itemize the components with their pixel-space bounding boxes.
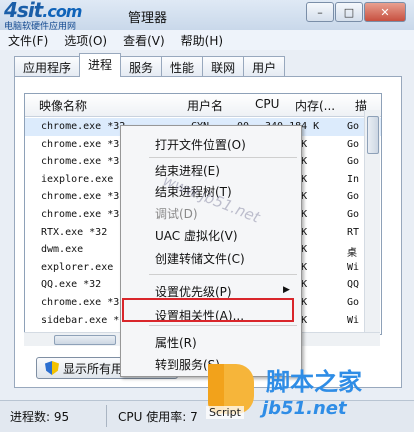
- minimize-button[interactable]: –: [306, 2, 334, 22]
- tab-users[interactable]: 用户: [243, 56, 286, 77]
- tab-processes[interactable]: 进程: [79, 53, 122, 77]
- context-menu-item[interactable]: 属性(R): [155, 334, 197, 351]
- column-user-name[interactable]: 用户名: [187, 97, 223, 114]
- table-cell: Go: [347, 121, 360, 132]
- menu-separator: [149, 274, 297, 275]
- table-cell: Go: [347, 138, 360, 150]
- table-cell: Go: [347, 191, 360, 203]
- vertical-scroll-thumb[interactable]: [367, 116, 379, 154]
- context-menu-item[interactable]: 打开文件位置(O): [155, 136, 246, 153]
- table-cell: sidebar.exe *: [41, 314, 120, 326]
- cpu-usage: CPU 使用率: 7: [118, 410, 198, 424]
- highlight-box: [122, 298, 294, 322]
- horizontal-scroll-thumb[interactable]: [54, 335, 116, 345]
- column-cpu[interactable]: CPU: [255, 97, 279, 111]
- show-all-label: 显示所有用: [63, 361, 124, 376]
- table-cell: chrome.exe *32: [41, 138, 126, 150]
- table-cell: In: [347, 173, 360, 185]
- table-cell: chrome.exe *32: [41, 191, 126, 203]
- table-cell: chrome.exe *32: [41, 156, 126, 168]
- tab-applications[interactable]: 应用程序: [14, 56, 81, 77]
- context-menu: 打开文件位置(O) 结束进程(E) 结束进程树(T) 调试(D) UAC 虚拟化(V) 创…: [120, 125, 302, 377]
- tab-networking[interactable]: 联网: [202, 56, 245, 77]
- table-cell: RTX.exe *32: [41, 226, 108, 238]
- table-cell: Go: [347, 208, 360, 220]
- menu-help[interactable]: 帮助(H): [173, 30, 231, 50]
- menu-separator: [149, 157, 297, 158]
- table-cell: Wi: [347, 261, 360, 273]
- tab-performance[interactable]: 性能: [161, 56, 204, 77]
- table-cell: dwm.exe: [41, 244, 84, 256]
- column-header: 映像名称 用户名 CPU 内存(... 描: [25, 94, 381, 117]
- table-cell: chrome.exe *32: [41, 208, 126, 220]
- menu-separator: [149, 325, 297, 326]
- table-cell: Go: [347, 156, 360, 168]
- table-cell: Wi: [347, 314, 360, 326]
- table-cell: chrome.exe *32: [41, 121, 126, 132]
- tab-services[interactable]: 服务: [120, 56, 163, 77]
- window-controls: – □ ✕: [306, 2, 406, 22]
- submenu-arrow-icon: ▶: [283, 285, 290, 295]
- title-bar: 4sit.com 电脑软硬件应用网 管理器 – □ ✕: [0, 0, 414, 32]
- column-memory[interactable]: 内存(...: [295, 97, 335, 114]
- status-divider: [106, 405, 107, 427]
- watermark-url: jb51.net: [262, 398, 347, 419]
- close-button[interactable]: ✕: [364, 2, 406, 22]
- menu-file[interactable]: 文件(F): [0, 30, 56, 50]
- menu-options[interactable]: 选项(O): [56, 30, 115, 50]
- table-cell: iexplore.exe *: [41, 173, 126, 185]
- process-count: 进程数: 95: [10, 410, 70, 424]
- context-menu-item[interactable]: 创建转储文件(C): [155, 250, 245, 267]
- uac-shield-icon: [45, 361, 59, 375]
- table-cell: QQ.exe *32: [41, 279, 102, 291]
- tab-strip: 应用程序 进程 服务 性能 联网 用户: [14, 53, 286, 77]
- vertical-scrollbar[interactable]: [364, 110, 380, 332]
- script-label: Script: [206, 406, 244, 419]
- site-watermark: Script 脚本之家 jb51.net: [200, 360, 414, 431]
- context-menu-item[interactable]: UAC 虚拟化(V): [155, 227, 238, 244]
- table-cell: RT: [347, 226, 360, 238]
- column-image-name[interactable]: 映像名称: [39, 97, 87, 114]
- menu-bar: 文件(F) 选项(O) 查看(V) 帮助(H): [0, 30, 414, 50]
- table-cell: 桌: [347, 248, 357, 260]
- table-cell: QQ: [347, 279, 360, 291]
- table-cell: chrome.exe *32: [41, 296, 126, 308]
- table-cell: explorer.exe: [41, 261, 114, 273]
- context-menu-item: 调试(D): [155, 207, 198, 221]
- table-cell: Go: [347, 296, 360, 308]
- watermark-site-name: 脚本之家: [266, 368, 362, 396]
- menu-view[interactable]: 查看(V): [115, 30, 173, 50]
- maximize-button[interactable]: □: [335, 2, 363, 22]
- site-logo: 4sit.com 电脑软硬件应用网: [2, 0, 122, 32]
- jb-logo-icon: Script: [200, 360, 258, 422]
- window-title: 管理器: [128, 11, 168, 26]
